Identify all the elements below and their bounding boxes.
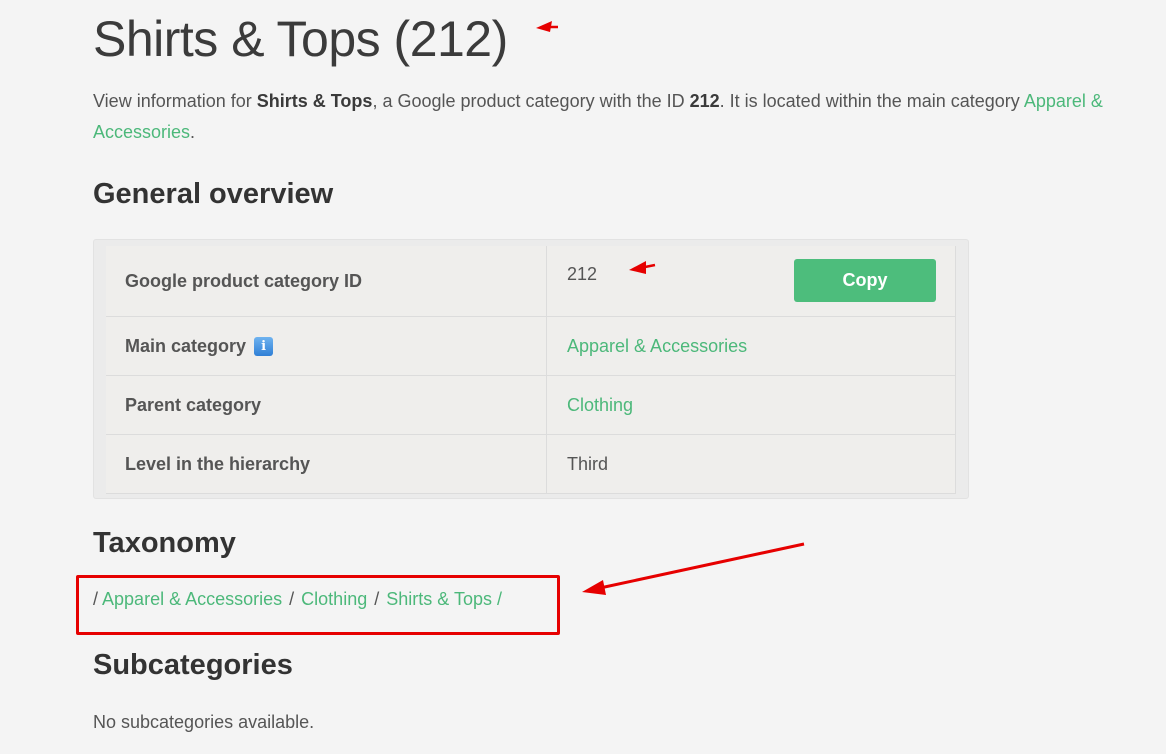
- overview-table: Google product category ID 212 Copy Main…: [106, 246, 956, 494]
- no-subcategories-text: No subcategories available.: [93, 712, 315, 732]
- annotation-arrow-title: [536, 21, 558, 32]
- intro-text: . It is located within the main category: [719, 91, 1024, 111]
- overview-card: Google product category ID 212 Copy Main…: [93, 239, 969, 499]
- parent-category-link[interactable]: Clothing: [567, 395, 633, 416]
- page-title: Shirts & Tops (212): [93, 11, 508, 67]
- intro-text: , a Google product category with the ID: [372, 91, 690, 111]
- intro-category-name: Shirts & Tops: [256, 91, 373, 111]
- general-overview-heading: General overview: [93, 178, 334, 210]
- row-value: Apparel & Accessories: [547, 317, 955, 375]
- row-label: Level in the hierarchy: [106, 435, 547, 493]
- row-label-with-icon: Main category i: [106, 317, 547, 375]
- level-value: Third: [567, 453, 609, 474]
- annotation-highlight-box: [76, 575, 560, 635]
- row-value: Clothing: [547, 376, 955, 434]
- intro-category-id: 212: [689, 91, 720, 111]
- info-icon[interactable]: i: [254, 336, 274, 356]
- table-row-level: Level in the hierarchy Third: [106, 435, 955, 494]
- main-category-value-link[interactable]: Apparel & Accessories: [567, 336, 747, 357]
- table-row-main-category: Main category i Apparel & Accessories: [106, 317, 955, 376]
- taxonomy-heading: Taxonomy: [93, 527, 236, 559]
- annotation-arrow-taxonomy: [582, 542, 805, 595]
- row-label: Main category: [125, 335, 247, 356]
- intro-text: View information for: [93, 91, 257, 111]
- subcategories-heading: Subcategories: [93, 649, 293, 681]
- intro-text: .: [190, 122, 196, 142]
- table-row-category-id: Google product category ID 212 Copy: [106, 246, 955, 317]
- row-label: Parent category: [106, 376, 547, 434]
- intro-paragraph: View information for Shirts & Tops, a Go…: [93, 86, 1153, 148]
- table-row-parent-category: Parent category Clothing: [106, 376, 955, 435]
- copy-button[interactable]: Copy: [794, 259, 936, 302]
- row-label: Google product category ID: [106, 246, 547, 316]
